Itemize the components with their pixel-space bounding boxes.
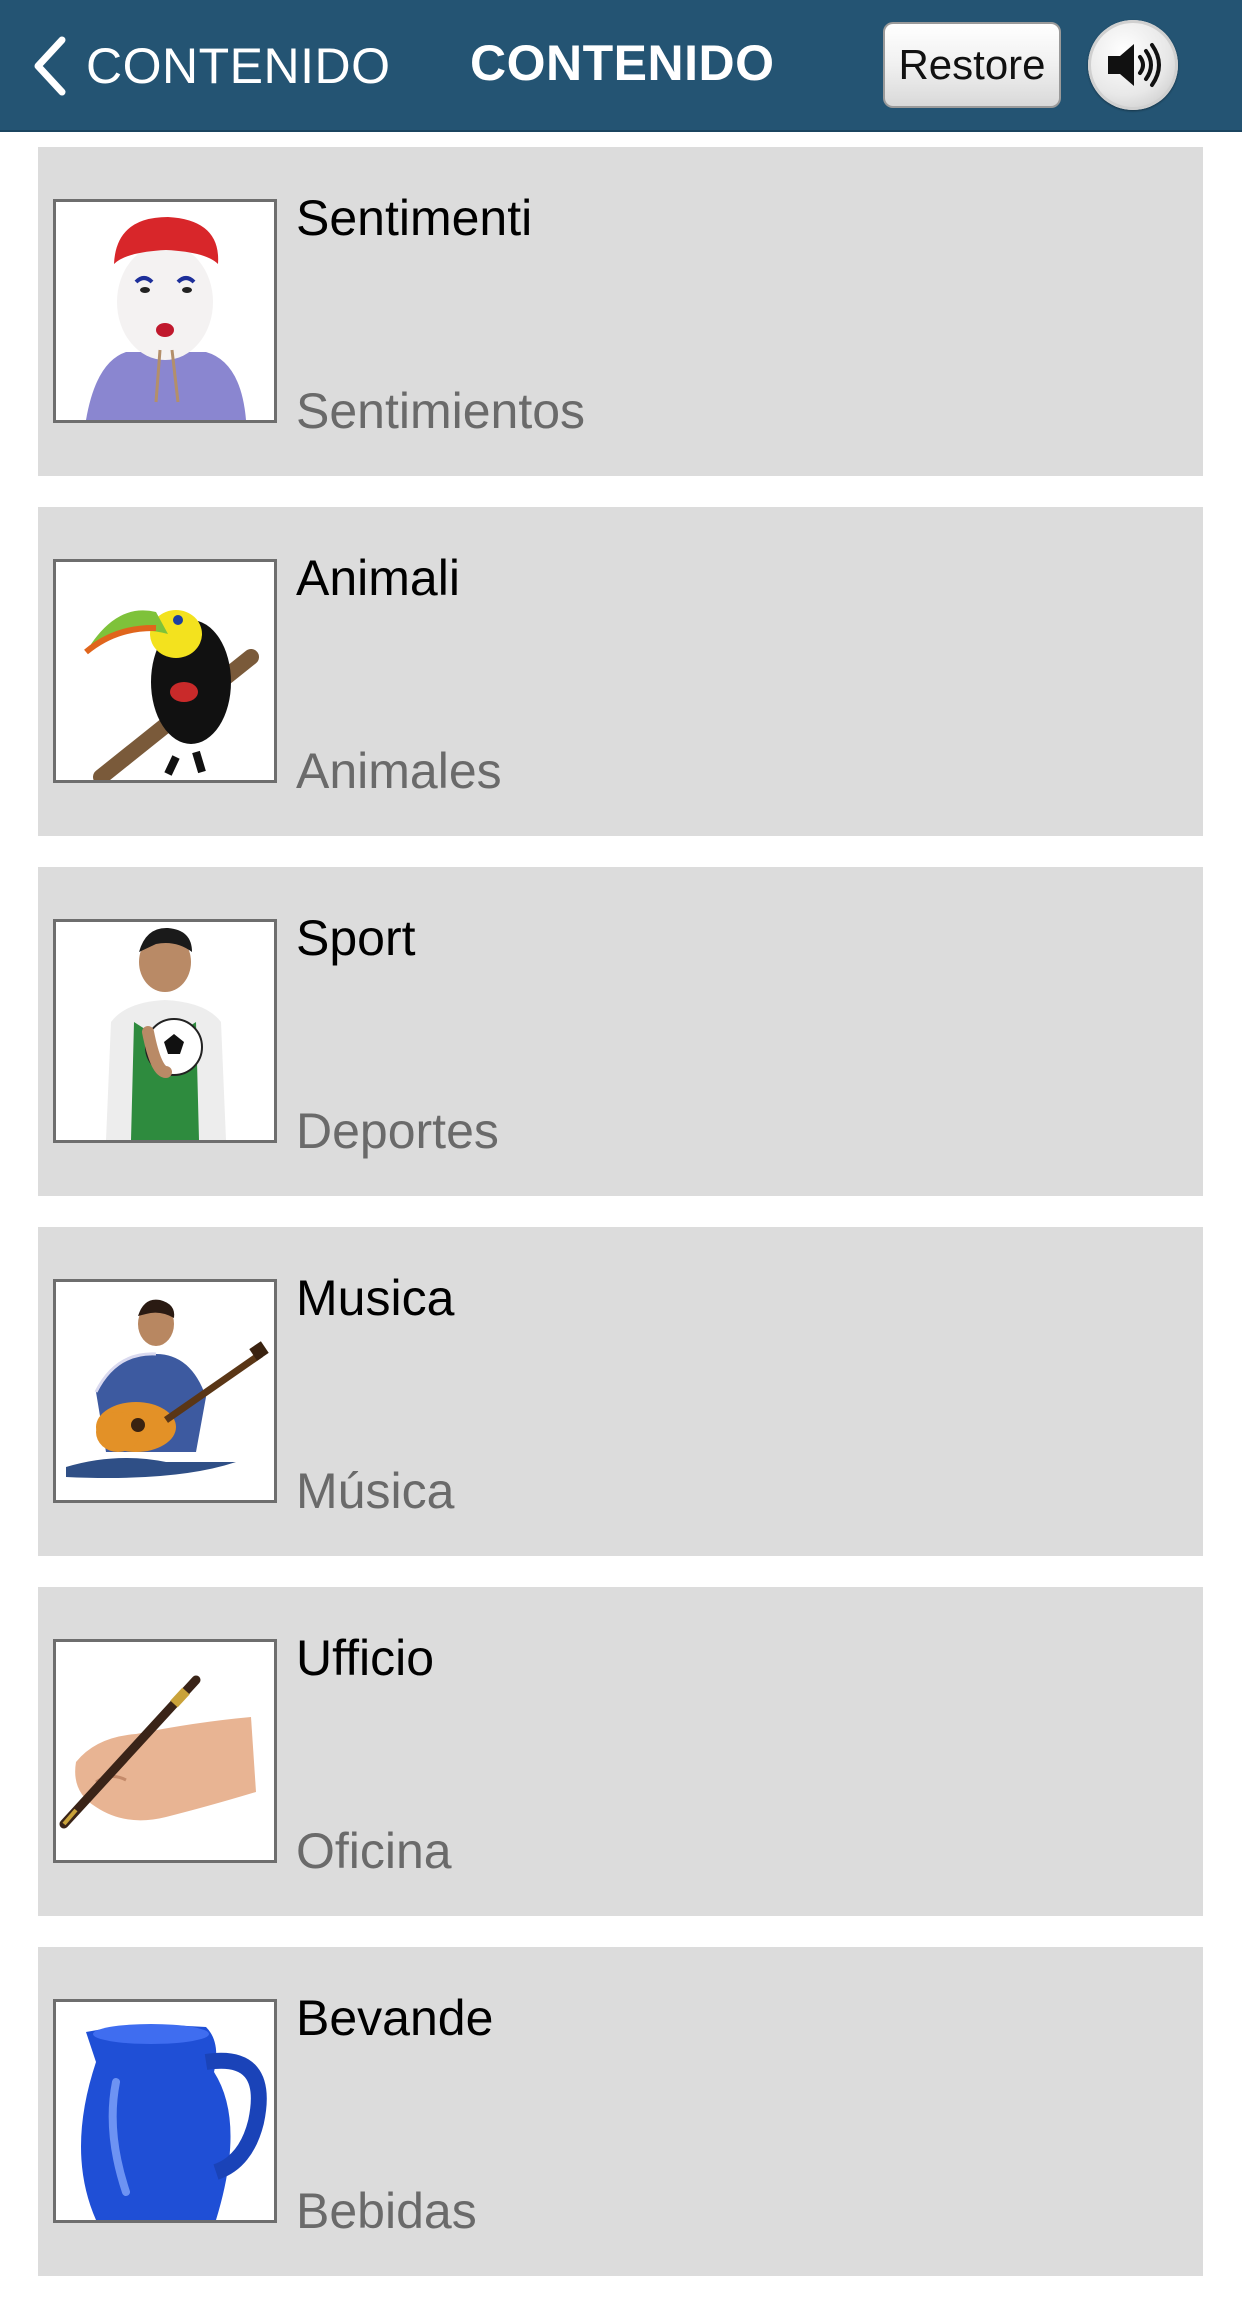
soccer-player-image	[56, 922, 274, 1140]
category-thumbnail	[53, 1639, 277, 1863]
back-button[interactable]: CONTENIDO	[30, 28, 391, 104]
list-item-bevande[interactable]: Bevande Bebidas	[38, 1947, 1203, 2276]
list-item-animali[interactable]: Animali Animales	[38, 507, 1203, 836]
clown-face-image	[56, 202, 274, 420]
toucan-image	[56, 562, 274, 780]
category-list: Sentimenti Sentimientos Animali Animales	[38, 147, 1203, 2307]
category-thumbnail	[53, 199, 277, 423]
category-subtitle: Oficina	[296, 1823, 452, 1879]
category-subtitle: Animales	[296, 743, 502, 799]
blue-pitcher-image	[56, 2002, 274, 2220]
category-title: Ufficio	[296, 1630, 435, 1686]
chevron-left-icon	[34, 36, 66, 96]
category-title: Bevande	[296, 1990, 494, 2046]
category-thumbnail	[53, 1279, 277, 1503]
restore-button[interactable]: Restore	[883, 22, 1061, 108]
list-item-sport[interactable]: Sport Deportes	[38, 867, 1203, 1196]
category-subtitle: Deportes	[296, 1103, 499, 1159]
category-thumbnail	[53, 1999, 277, 2223]
category-subtitle: Bebidas	[296, 2183, 477, 2239]
category-title: Sentimenti	[296, 190, 533, 246]
speaker-volume-icon	[1108, 43, 1161, 87]
category-thumbnail	[53, 559, 277, 783]
navigation-bar: CONTENIDO CONTENIDO Restore	[0, 0, 1242, 132]
list-item-ufficio[interactable]: Ufficio Oficina	[38, 1587, 1203, 1916]
category-thumbnail	[53, 919, 277, 1143]
sound-toggle-button[interactable]	[1088, 20, 1178, 110]
guitar-player-image	[56, 1282, 274, 1500]
hand-writing-pen-image	[56, 1642, 274, 1860]
list-item-sentimenti[interactable]: Sentimenti Sentimientos	[38, 147, 1203, 476]
category-title: Musica	[296, 1270, 455, 1326]
category-subtitle: Sentimientos	[296, 383, 586, 439]
category-title: Sport	[296, 910, 416, 966]
list-item-musica[interactable]: Musica Música	[38, 1227, 1203, 1556]
category-title: Animali	[296, 550, 460, 606]
category-subtitle: Música	[296, 1463, 455, 1519]
back-button-label: CONTENIDO	[86, 38, 391, 94]
page-title: CONTENIDO	[470, 35, 775, 91]
